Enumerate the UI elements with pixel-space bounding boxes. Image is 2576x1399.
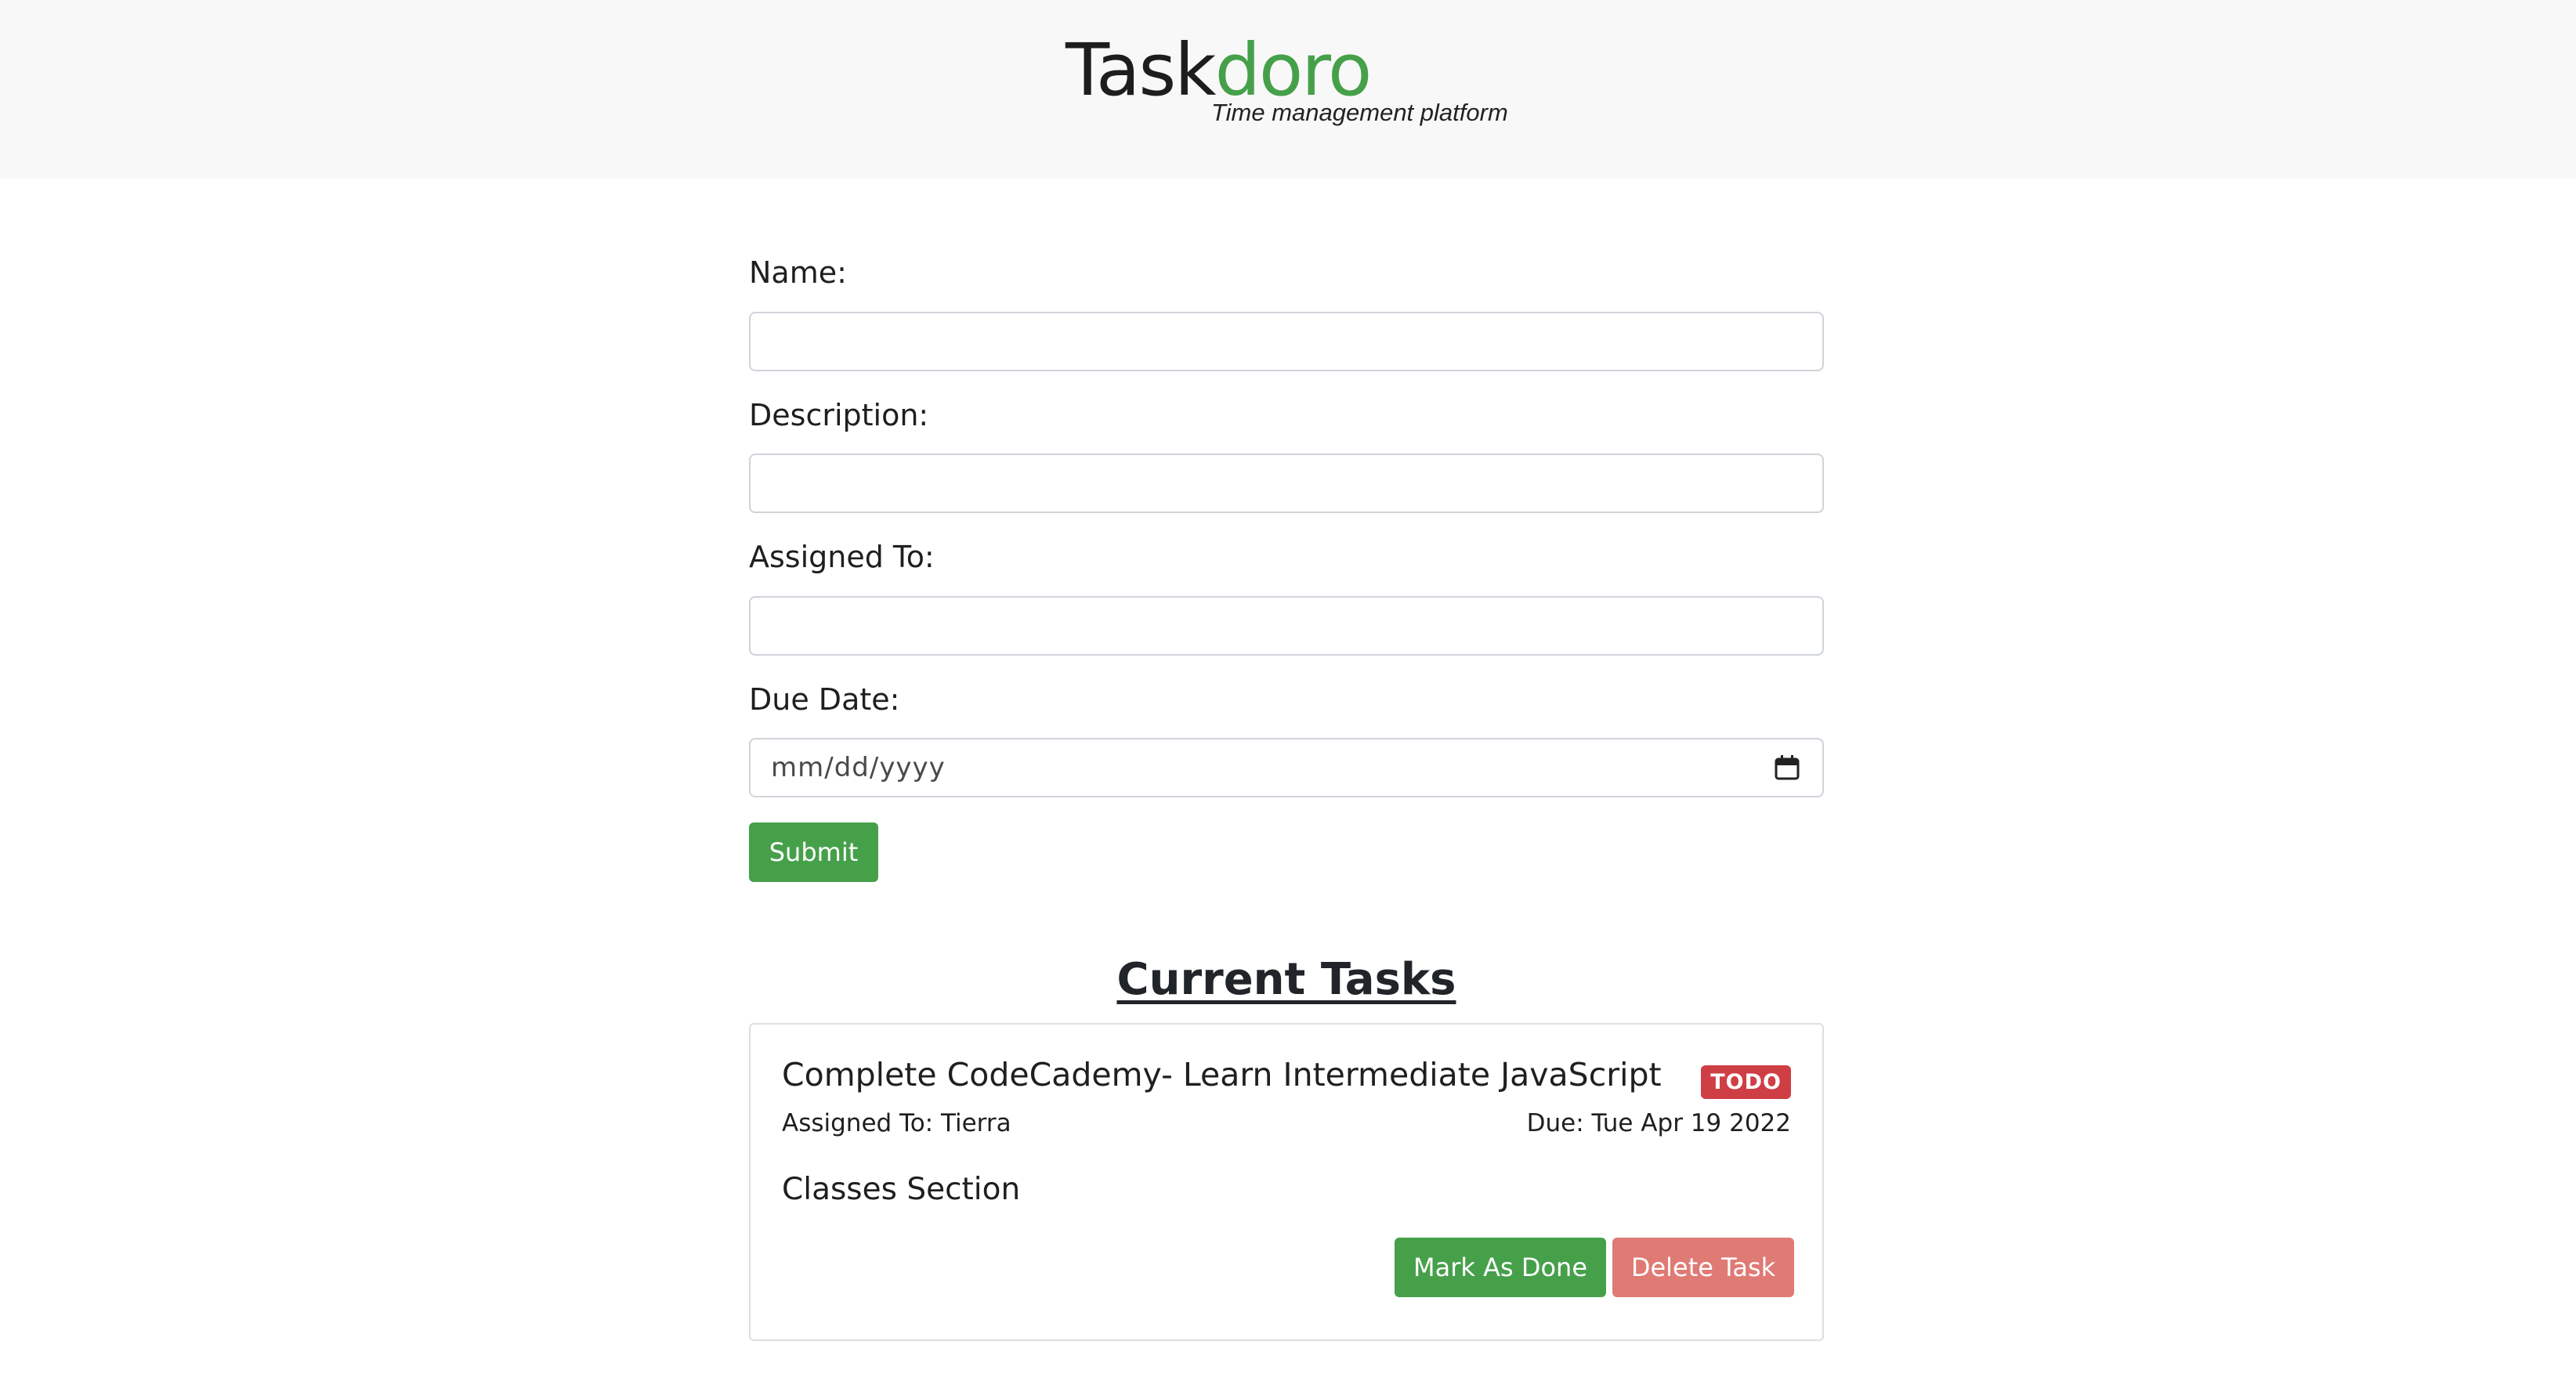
- task-description: Classes Section: [782, 1172, 1021, 1207]
- task-assigned-to: Assigned To: Tierra: [782, 1109, 1011, 1137]
- description-input[interactable]: [749, 454, 1824, 513]
- description-label: Description:: [749, 398, 929, 432]
- name-label: Name:: [749, 255, 847, 290]
- site-header: Taskdoro Time management platform: [0, 0, 2576, 179]
- brand-text-task: Task: [1065, 28, 1217, 112]
- submit-button[interactable]: Submit: [749, 822, 878, 882]
- name-input[interactable]: [749, 312, 1824, 371]
- delete-task-button[interactable]: Delete Task: [1612, 1238, 1794, 1297]
- assigned-to-input[interactable]: [749, 596, 1824, 656]
- task-title: Complete CodeCademy- Learn Intermediate …: [782, 1056, 1662, 1094]
- mark-as-done-button[interactable]: Mark As Done: [1395, 1238, 1606, 1297]
- status-badge: TODO: [1701, 1065, 1791, 1099]
- brand-tagline: Time management platform: [1211, 99, 1508, 126]
- calendar-icon[interactable]: [1774, 754, 1800, 781]
- app-root: Taskdoro Time management platform Name: …: [0, 0, 2576, 1399]
- assigned-to-label: Assigned To:: [749, 540, 935, 574]
- due-date-placeholder: mm/dd/yyyy: [771, 752, 946, 783]
- due-date-label: Due Date:: [749, 682, 900, 717]
- task-card: Complete CodeCademy- Learn Intermediate …: [749, 1023, 1824, 1341]
- current-tasks-heading: Current Tasks: [1116, 954, 1456, 1005]
- brand-logo: Taskdoro: [1065, 28, 1372, 112]
- due-date-input[interactable]: mm/dd/yyyy: [749, 738, 1824, 797]
- task-due-date: Due: Tue Apr 19 2022: [1526, 1109, 1791, 1137]
